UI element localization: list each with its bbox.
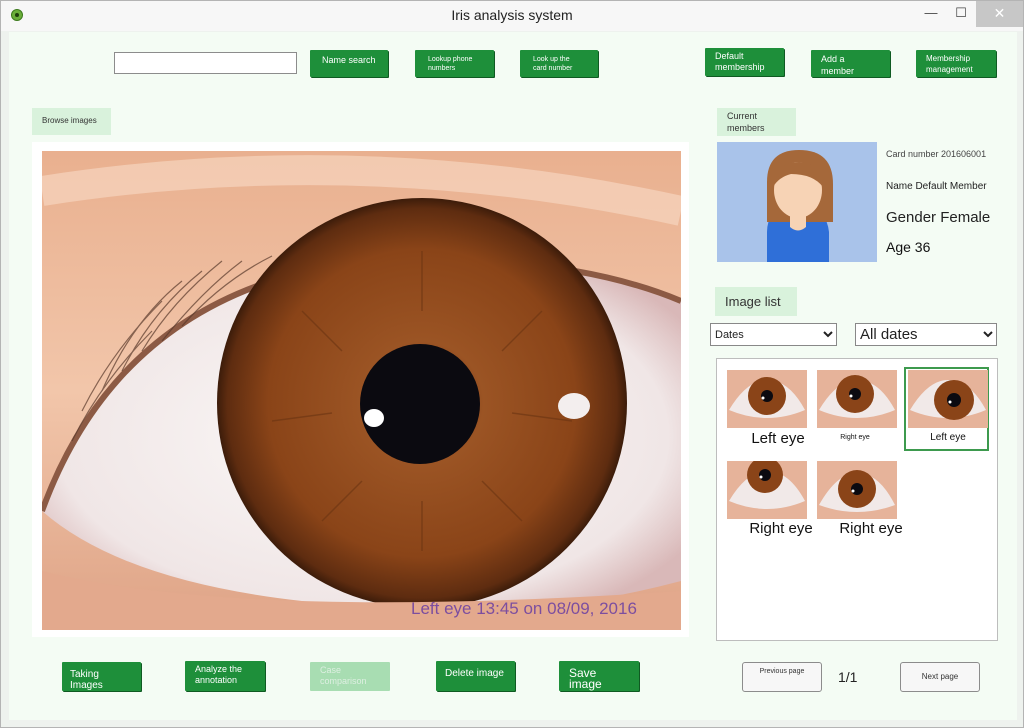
image-list-label: Image list — [715, 287, 797, 316]
minimize-button[interactable]: — — [916, 1, 946, 27]
lookup-card-button[interactable]: Look up the card number — [520, 50, 598, 77]
filter-type-select[interactable]: Dates — [710, 323, 837, 346]
previous-page-button[interactable]: Previous page — [742, 662, 822, 692]
filter-value-select[interactable]: All dates — [855, 323, 997, 346]
save-image-button[interactable]: Save image — [559, 661, 639, 691]
app-window: Iris analysis system — ☐ ✕ Name search L… — [0, 0, 1024, 728]
title-bar: Iris analysis system — ☐ ✕ — [1, 1, 1023, 31]
default-membership-button[interactable]: Default membership — [705, 48, 784, 76]
case-comparison-button[interactable]: Case comparison — [310, 662, 390, 691]
page-indicator: 1/1 — [838, 669, 858, 685]
browse-images-button[interactable]: Browse images — [32, 108, 111, 135]
avatar — [717, 142, 877, 262]
search-input[interactable] — [114, 52, 297, 74]
taking-images-button[interactable]: Taking Images — [62, 662, 141, 691]
add-member-button[interactable]: Add a member — [811, 50, 890, 77]
membership-management-button[interactable]: Membership management — [916, 50, 996, 77]
thumbnail-2[interactable] — [817, 370, 897, 428]
maximize-button[interactable]: ☐ — [946, 1, 976, 27]
member-gender: Gender Female — [886, 209, 991, 226]
thumbnail-1[interactable] — [727, 370, 807, 428]
thumbnail-4[interactable] — [727, 461, 807, 519]
member-name: Name Default Member — [886, 181, 987, 192]
thumbnail-3-label: Left eye — [930, 432, 966, 443]
window-title: Iris analysis system — [451, 7, 573, 23]
analyze-annotation-button[interactable]: Analyze the annotation — [185, 661, 265, 691]
lookup-phone-button[interactable]: Lookup phone numbers — [415, 50, 494, 77]
thumbnail-5-label: Right eye — [839, 520, 903, 537]
thumbnail-5[interactable] — [817, 461, 897, 519]
thumbnail-3[interactable] — [908, 370, 988, 428]
image-caption: Left eye 13:45 on 08/09, 2016 — [411, 599, 637, 618]
name-search-button[interactable]: Name search — [310, 50, 388, 77]
eye-image — [42, 151, 681, 630]
member-age: Age 36 — [886, 239, 931, 255]
close-button[interactable]: ✕ — [976, 1, 1023, 27]
thumbnail-1-label: Left eye — [751, 430, 805, 447]
current-members-label: Current members — [717, 108, 796, 136]
next-page-button[interactable]: Next page — [900, 662, 980, 692]
member-card-number: Card number 201606001 — [886, 149, 987, 159]
thumbnail-2-label: Right eye — [840, 434, 870, 441]
delete-image-button[interactable]: Delete image — [436, 661, 515, 691]
